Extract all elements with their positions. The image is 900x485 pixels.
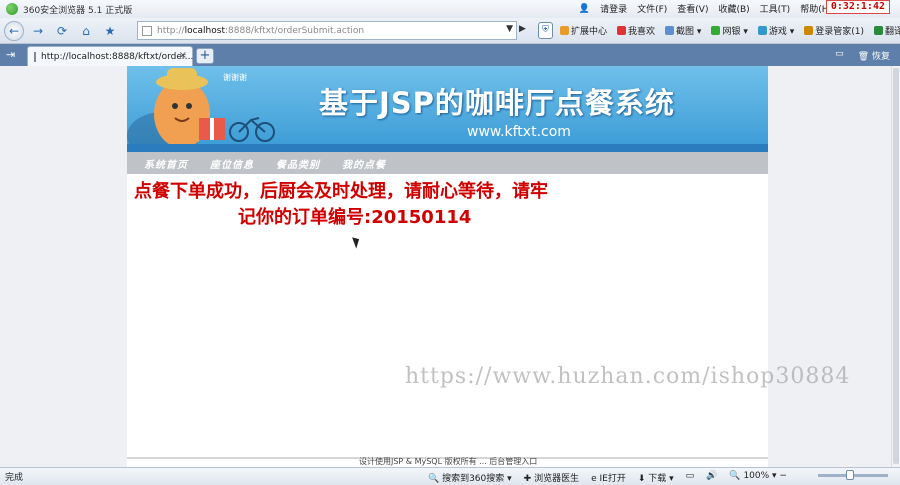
tab-favicon-icon bbox=[34, 51, 36, 62]
navigation-bar: ← → ⟳ ⌂ ★ http://localhost:8888/kftxt/or… bbox=[0, 18, 900, 44]
browser-title: 360安全浏览器 5.1 正式版 bbox=[23, 5, 133, 16]
tabbar-right-tools: ▭ 🗑 恢复 bbox=[835, 49, 890, 62]
status-items: 🔍 搜索到360搜索 ▾ ✚ 浏览器医生 e IE打开 ⬇ 下载 ▾ ▭ 🔊 🔍… bbox=[428, 471, 787, 484]
translate-button[interactable]: 翻译 bbox=[874, 24, 900, 37]
address-prefix: http:// bbox=[157, 25, 185, 36]
message-line-2: 记你的订单编号:20150114 bbox=[238, 207, 472, 228]
nav-seats[interactable]: 座位信息 bbox=[210, 156, 254, 171]
ie-open-button[interactable]: e IE打开 bbox=[591, 471, 626, 484]
menu-view[interactable]: 查看(V) bbox=[677, 2, 708, 15]
translate-icon bbox=[874, 26, 883, 35]
netbank-button[interactable]: 网银 ▾ bbox=[711, 24, 748, 37]
message-line-1: 点餐下单成功，后厨会及时处理，请耐心等待，请牢 bbox=[134, 181, 548, 202]
watermark-text: https://www.huzhan.com/ishop30884 bbox=[405, 364, 851, 389]
order-success-message: 点餐下单成功，后厨会及时处理，请耐心等待，请牢 记你的订单编号:20150114 bbox=[134, 179, 654, 231]
new-tab-button[interactable]: + bbox=[196, 48, 214, 64]
screenshot-button[interactable]: 截图 ▾ bbox=[665, 24, 701, 37]
status-bar: 完成 🔍 搜索到360搜索 ▾ ✚ 浏览器医生 e IE打开 ⬇ 下载 ▾ ▭ … bbox=[0, 467, 900, 485]
browser-title-bar: 360安全浏览器 5.1 正式版 👤 请登录 文件(F) 查看(V) 收藏(B)… bbox=[0, 0, 900, 18]
screenshot-icon bbox=[665, 26, 675, 35]
tab-label: http://localhost:8888/kftxt/order... bbox=[41, 51, 194, 62]
refresh-button[interactable]: ⟳ bbox=[52, 21, 72, 41]
go-button[interactable]: ▶ bbox=[519, 24, 526, 34]
browser-logo-icon bbox=[6, 3, 18, 15]
menu-favorites[interactable]: 收藏(B) bbox=[718, 2, 749, 15]
address-bar[interactable]: http://localhost:8888/kftxt/orderSubmit.… bbox=[137, 21, 517, 40]
address-dropdown-icon[interactable]: ▼ bbox=[506, 24, 513, 34]
tab-bar: ⇥ http://localhost:8888/kftxt/order... ×… bbox=[0, 44, 900, 66]
menu-tools[interactable]: 工具(T) bbox=[760, 2, 791, 15]
login-manager-button[interactable]: 登录管家(1) bbox=[804, 24, 864, 37]
banner-band bbox=[127, 144, 768, 152]
forward-button[interactable]: → bbox=[28, 21, 48, 41]
window-icon[interactable]: ▭ bbox=[686, 471, 695, 484]
tab-order-submit[interactable]: http://localhost:8888/kftxt/order... × bbox=[27, 46, 193, 66]
web-page: 谢谢谢 基于JSP的咖啡厅点餐系统 www.kftxt.com 系统首页 座位信… bbox=[127, 66, 768, 467]
window-list-icon[interactable]: ▭ bbox=[835, 49, 844, 62]
back-button[interactable]: ← bbox=[4, 20, 24, 41]
user-icon: 👤 bbox=[578, 3, 591, 14]
menu-file[interactable]: 文件(F) bbox=[637, 2, 667, 15]
tab-close-icon[interactable]: × bbox=[179, 50, 187, 61]
order-number: :20150114 bbox=[364, 207, 472, 228]
site-banner: 谢谢谢 基于JSP的咖啡厅点餐系统 www.kftxt.com bbox=[127, 66, 768, 152]
address-path: :8888/kftxt/orderSubmit.action bbox=[224, 25, 365, 36]
zoom-slider-knob[interactable] bbox=[846, 470, 854, 480]
games-icon bbox=[757, 26, 767, 35]
security-shield-icon[interactable]: ⛨ bbox=[538, 22, 553, 39]
search-360-button[interactable]: 🔍 搜索到360搜索 ▾ bbox=[428, 471, 512, 484]
extension-icon bbox=[560, 26, 569, 35]
toolbar-extensions: 扩展中心 我喜欢 截图 ▾ 网银 ▾ 游戏 ▾ 登录管家(1) 翻译 bbox=[560, 24, 900, 37]
scrollbar-thumb[interactable] bbox=[893, 68, 899, 464]
page-favicon-icon bbox=[142, 25, 152, 36]
nav-my-orders[interactable]: 我的点餐 bbox=[342, 156, 386, 171]
footer-text: 设计使用JSP & MySQL 版权所有 ... 后台管理入口 bbox=[359, 457, 538, 466]
like-icon bbox=[617, 26, 627, 35]
zoom-slider[interactable] bbox=[818, 470, 888, 480]
speaker-icon[interactable]: 🔊 bbox=[706, 471, 717, 484]
banner-title: 基于JSP的咖啡厅点餐系统 bbox=[319, 86, 675, 120]
browser-menu-bar: 👤 请登录 文件(F) 查看(V) 收藏(B) 工具(T) 帮助(H) bbox=[578, 2, 832, 16]
like-button[interactable]: 我喜欢 bbox=[617, 24, 655, 37]
site-nav-menu: 系统首页 座位信息 餐品类别 我的点餐 bbox=[127, 152, 768, 174]
extension-center-button[interactable]: 扩展中心 bbox=[560, 24, 607, 37]
nav-home[interactable]: 系统首页 bbox=[144, 156, 188, 171]
status-text: 完成 bbox=[5, 473, 24, 483]
nav-menu-categories[interactable]: 餐品类别 bbox=[276, 156, 320, 171]
mascot-illustration bbox=[127, 68, 275, 152]
favorite-star-button[interactable]: ★ bbox=[100, 21, 120, 41]
netbank-icon bbox=[711, 26, 721, 35]
clock-overlay: 0:32:1:42 bbox=[825, 0, 890, 14]
zoom-level[interactable]: 🔍 100% ▾ − bbox=[729, 471, 787, 484]
restore-button[interactable]: 🗑 恢复 bbox=[858, 49, 890, 62]
download-button[interactable]: ⬇ 下载 ▾ bbox=[638, 471, 674, 484]
sidebar-toggle-icon[interactable]: ⇥ bbox=[6, 48, 20, 62]
browser-doctor-button[interactable]: ✚ 浏览器医生 bbox=[524, 471, 579, 484]
key-icon bbox=[804, 26, 814, 35]
banner-url: www.kftxt.com bbox=[467, 124, 571, 140]
browser-viewport: 谢谢谢 基于JSP的咖啡厅点餐系统 www.kftxt.com 系统首页 座位信… bbox=[0, 66, 900, 467]
address-host: localhost bbox=[184, 25, 225, 36]
login-link[interactable]: 请登录 bbox=[600, 2, 627, 15]
games-button[interactable]: 游戏 ▾ bbox=[757, 24, 794, 37]
vertical-scrollbar[interactable] bbox=[891, 66, 900, 467]
banner-bubble-text: 谢谢谢 bbox=[223, 73, 247, 82]
home-button[interactable]: ⌂ bbox=[76, 21, 96, 41]
